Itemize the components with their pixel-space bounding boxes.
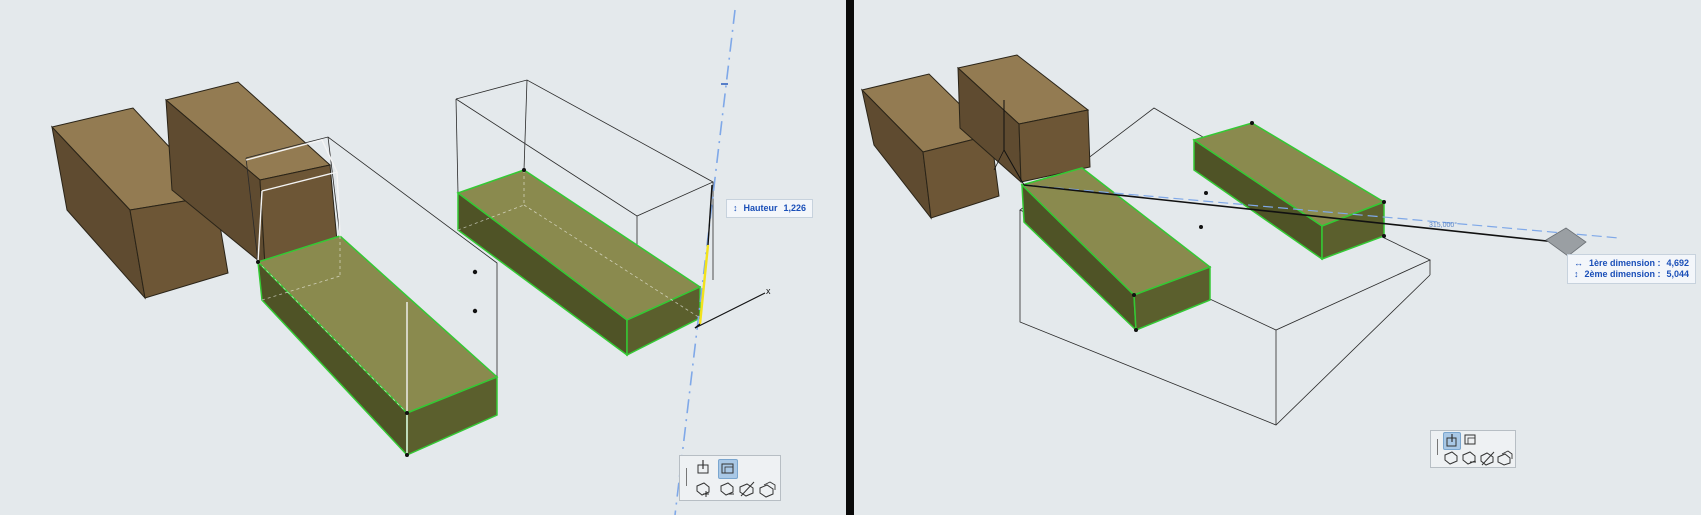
subtract-volume-icon[interactable]	[1461, 450, 1477, 466]
second-dimension-label: 2ème dimension :	[1584, 269, 1661, 279]
palette-grip[interactable]	[1437, 439, 1438, 455]
horizontal-arrow-icon: ↔	[1574, 258, 1583, 268]
second-dimension-value: 5,044	[1666, 269, 1690, 279]
add-volume-icon[interactable]	[1443, 450, 1459, 466]
vertex-node	[1250, 121, 1254, 125]
vertex-node	[1134, 328, 1138, 332]
vertex-node	[522, 168, 526, 172]
merge-icon[interactable]	[1497, 450, 1513, 466]
snap-point	[1204, 191, 1208, 195]
x-axis-label: x	[766, 286, 771, 296]
snap-point	[1199, 225, 1203, 229]
viewport-divider[interactable]	[846, 0, 854, 515]
first-dimension-value: 4,692	[1666, 258, 1690, 268]
vertex-node	[1382, 200, 1386, 204]
split-icon[interactable]	[738, 480, 756, 498]
offset-icon[interactable]	[718, 459, 738, 479]
pet-palette-left[interactable]	[679, 455, 781, 501]
vertical-arrow-icon: ↕	[733, 203, 738, 213]
snap-point	[472, 269, 478, 275]
push-pull-icon[interactable]	[1443, 432, 1461, 450]
vertical-guide-line	[674, 9, 736, 515]
green-block-left[interactable]	[256, 235, 499, 457]
vertex-node	[256, 260, 260, 264]
green-block-right[interactable]	[1192, 122, 1386, 261]
vertex-node	[405, 411, 409, 415]
left-scene[interactable]: x	[0, 0, 846, 515]
right-3d-viewport[interactable]: 315,000° ↔ 1ère dimension : 4,692 ↕ 2ème…	[854, 0, 1701, 515]
green-block-right[interactable]	[456, 169, 702, 357]
merge-icon[interactable]	[758, 480, 776, 498]
snap-point	[472, 308, 478, 314]
height-value: 1,226	[783, 203, 807, 213]
vertex-node	[1132, 293, 1136, 297]
vertex-node	[405, 453, 409, 457]
add-volume-icon[interactable]	[694, 480, 712, 498]
push-pull-icon[interactable]	[694, 459, 712, 477]
pet-palette-right[interactable]	[1430, 430, 1516, 468]
split-icon[interactable]	[1479, 450, 1495, 466]
height-tooltip: ↕ Hauteur 1,226	[726, 199, 814, 218]
x-axis-line	[694, 292, 766, 329]
subtract-volume-icon[interactable]	[718, 480, 736, 498]
green-block-left[interactable]	[1020, 167, 1212, 332]
angle-label: 315,000°	[1429, 221, 1457, 229]
left-3d-viewport[interactable]: x ↕ Hauteur 1,226	[0, 0, 846, 515]
offset-icon[interactable]	[1463, 432, 1479, 448]
first-dimension-label: 1ère dimension :	[1589, 258, 1661, 268]
dimension-tooltip: ↔ 1ère dimension : 4,692 ↕ 2ème dimensio…	[1567, 254, 1697, 284]
height-highlight	[698, 244, 710, 325]
vertical-arrow-icon: ↕	[1574, 269, 1579, 279]
vertex-node	[1382, 234, 1386, 238]
height-label: Hauteur	[743, 203, 778, 213]
palette-grip[interactable]	[686, 468, 687, 486]
